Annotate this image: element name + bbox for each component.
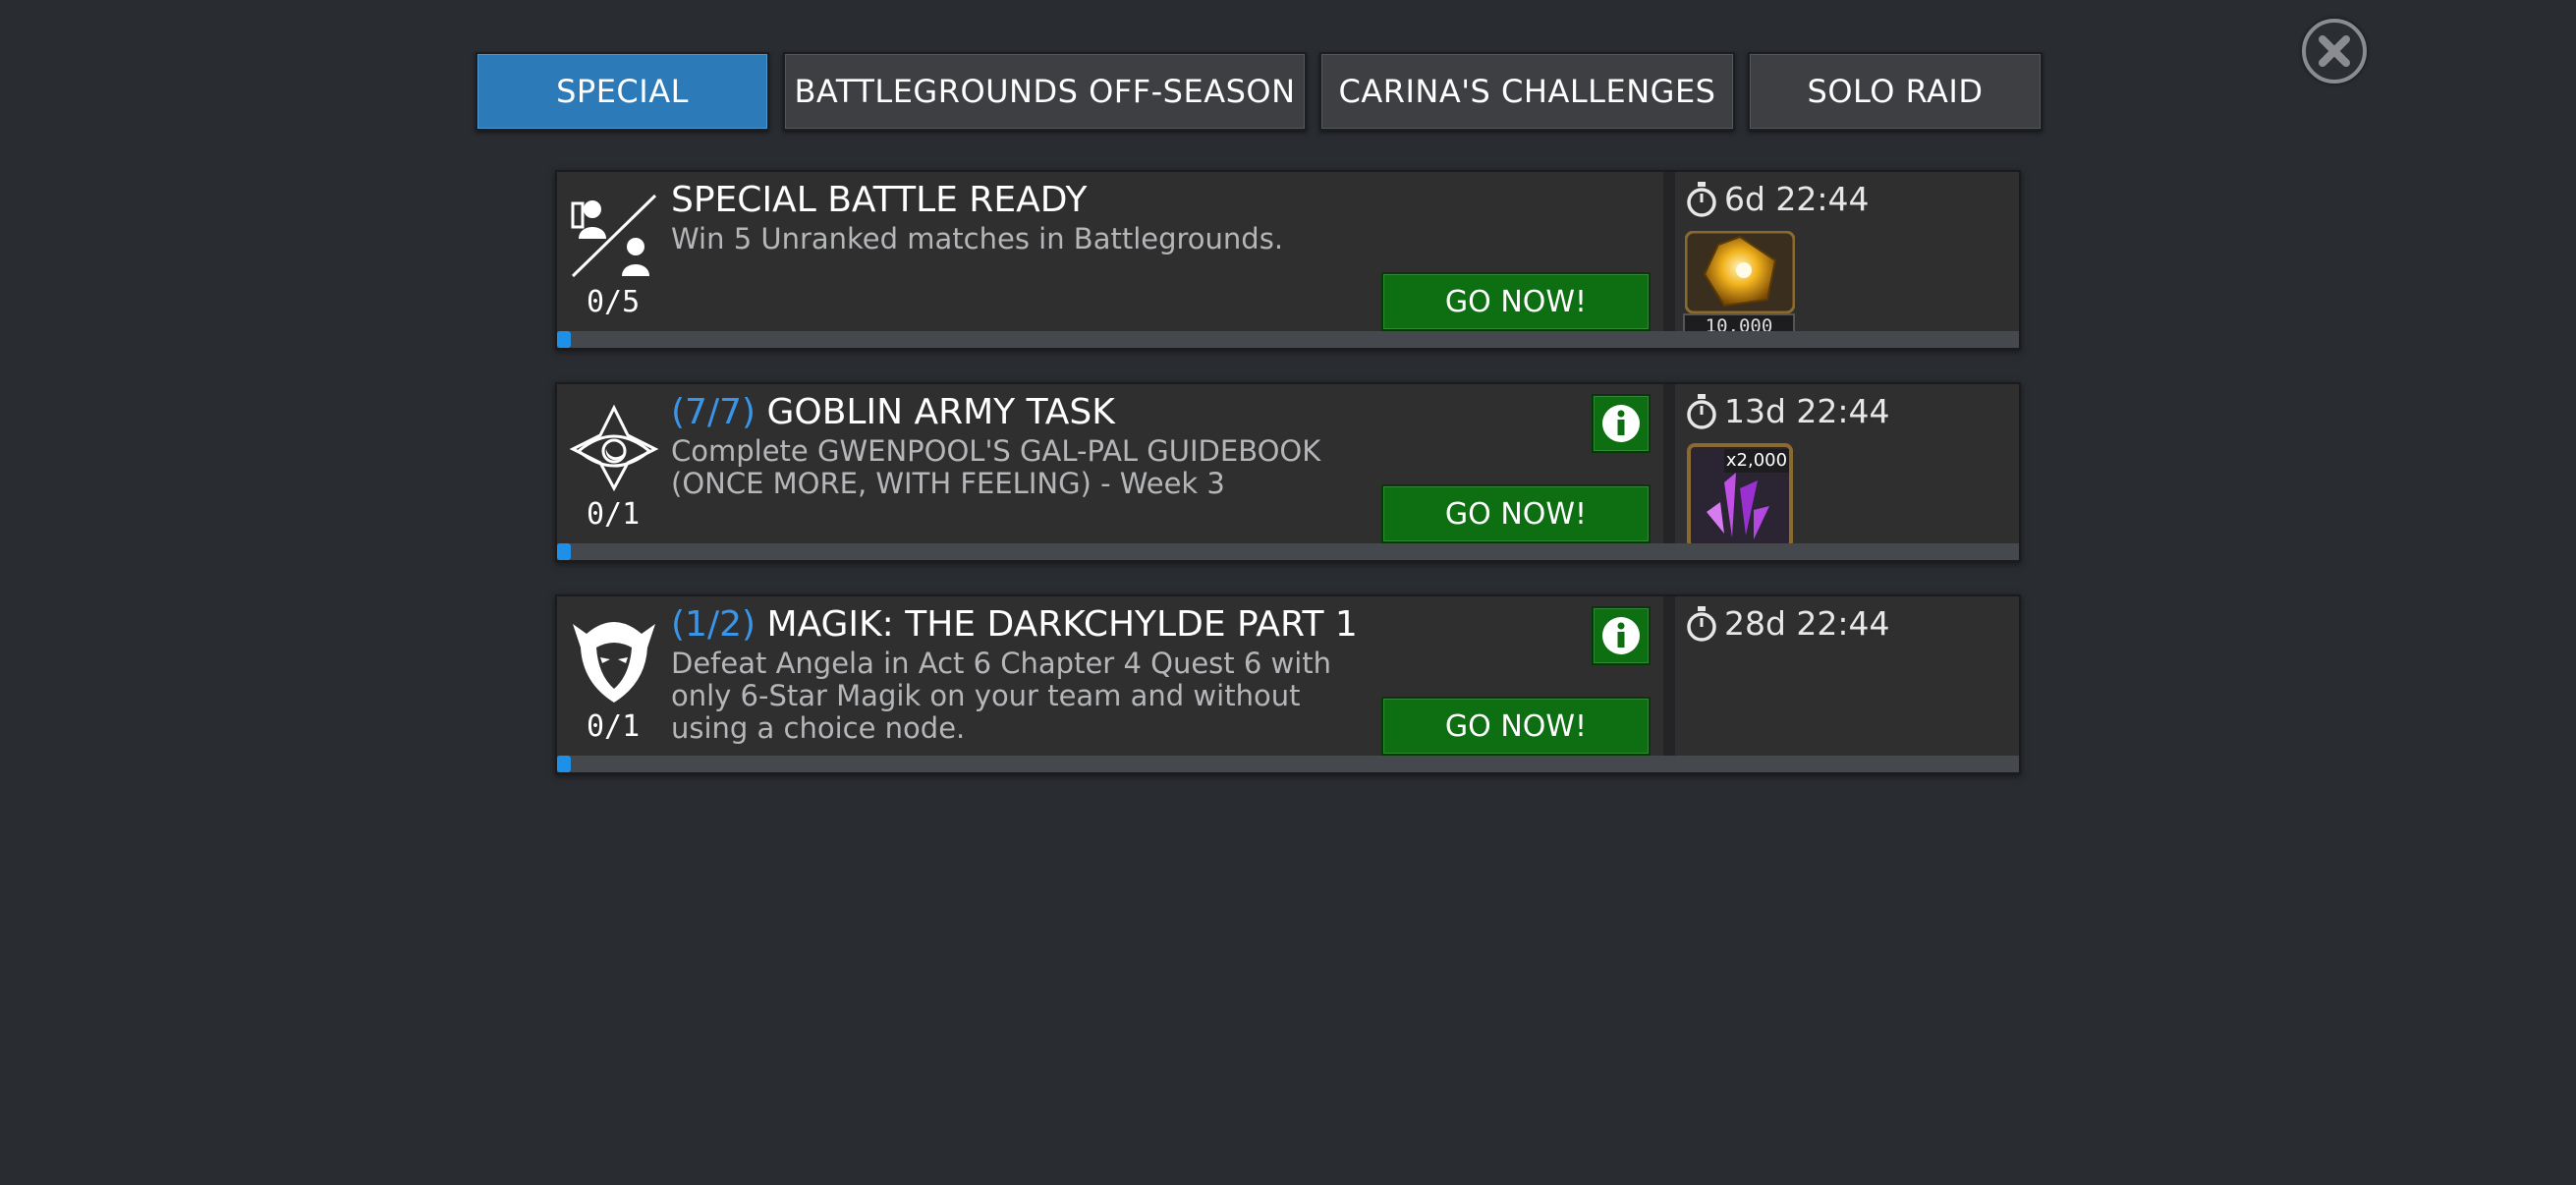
progress-bar [557, 756, 2019, 772]
timer-text: 6d 22:44 [1724, 180, 1870, 218]
info-icon [1602, 617, 1640, 654]
quest-count: 0/5 [587, 285, 641, 319]
go-now-button[interactable]: GO NOW! [1381, 272, 1651, 331]
tab-special[interactable]: SPECIAL [476, 52, 769, 131]
quest-title: SPECIAL BATTLE READY [671, 180, 1087, 220]
progress-fill [557, 331, 571, 348]
tab-solo-raid[interactable]: SOLO RAID [1748, 52, 2043, 131]
quest-title: (7/7) GOBLIN ARMY TASK [671, 392, 1115, 432]
tab-carinas-challenges[interactable]: CARINA'S CHALLENGES [1319, 52, 1735, 131]
quest-card-magik-darkchylde: 0/1 (1/2) MAGIK: THE DARKCHYLDE PART 1 D… [555, 594, 2021, 774]
gold-crystal-icon [1685, 231, 1795, 313]
quest-description: Win 5 Unranked matches in Battlegrounds. [671, 222, 1284, 255]
quest-description: Defeat Angela in Act 6 Chapter 4 Quest 6… [671, 647, 1332, 745]
quest-timer: 28d 22:44 [1685, 604, 1890, 643]
quest-card-goblin-army-task: 0/1 (7/7) GOBLIN ARMY TASK Complete GWEN… [555, 382, 2021, 562]
quest-title-text: MAGIK: THE DARKCHYLDE PART 1 [766, 604, 1358, 645]
quest-card-special-battle-ready: 0/5 SPECIAL BATTLE READY Win 5 Unranked … [555, 170, 2021, 350]
timer-text: 13d 22:44 [1724, 392, 1890, 430]
card-divider [1663, 172, 1675, 333]
card-divider [1663, 384, 1675, 545]
quest-description: Complete GWENPOOL'S GAL-PAL GUIDEBOOK (O… [671, 434, 1321, 500]
quest-timer: 13d 22:44 [1685, 392, 1890, 430]
reward-gold: 10,000 [1683, 231, 1795, 339]
go-now-button[interactable]: GO NOW! [1381, 484, 1651, 543]
tab-battlegrounds-off-season[interactable]: BATTLEGROUNDS OFF-SEASON [783, 52, 1307, 131]
eye-of-agamotto-icon [569, 404, 659, 492]
reward-shards: x2,000 [1685, 443, 1795, 551]
progress-fill [557, 756, 571, 772]
stopwatch-icon [1687, 605, 1716, 642]
quest-count: 0/1 [587, 709, 641, 744]
reward-amount: x2,000 [1724, 449, 1789, 473]
card-divider [1663, 596, 1675, 758]
quest-prefix: (1/2) [671, 604, 756, 645]
quest-timer: 6d 22:44 [1685, 180, 1870, 218]
versus-icon [571, 194, 657, 278]
info-button[interactable] [1592, 394, 1651, 453]
timer-text: 28d 22:44 [1724, 604, 1890, 643]
progress-bar [557, 331, 2019, 348]
magik-portrait-icon [573, 622, 655, 703]
quest-prefix: (7/7) [671, 392, 756, 432]
stopwatch-icon [1687, 393, 1716, 429]
stopwatch-icon [1687, 181, 1716, 217]
progress-fill [557, 543, 571, 560]
quest-title-text: GOBLIN ARMY TASK [766, 392, 1115, 432]
quest-title-text: SPECIAL BATTLE READY [671, 180, 1088, 220]
close-button[interactable] [2302, 19, 2367, 84]
info-button[interactable] [1592, 606, 1651, 665]
quest-title: (1/2) MAGIK: THE DARKCHYLDE PART 1 [671, 604, 1358, 645]
quest-count: 0/1 [587, 497, 641, 532]
close-icon [2319, 35, 2350, 67]
progress-bar [557, 543, 2019, 560]
info-icon [1602, 405, 1640, 442]
go-now-button[interactable]: GO NOW! [1381, 697, 1651, 756]
